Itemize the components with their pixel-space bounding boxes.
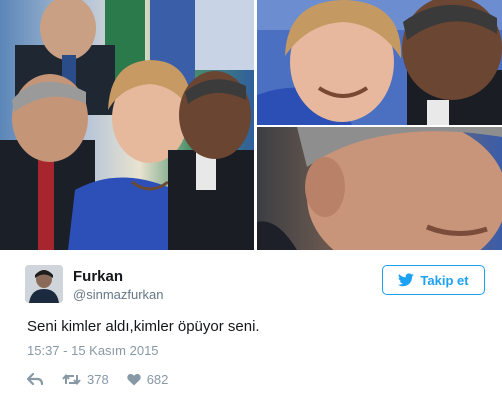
retweet-button[interactable]: 378	[62, 372, 109, 387]
tweet-text: Seni kimler aldı,kimler öpüyor seni.	[27, 318, 260, 335]
tweet-card: Furkan @sinmazfurkan Takip et Seni kimle…	[0, 250, 502, 400]
reply-icon	[27, 372, 44, 385]
like-button[interactable]: 682	[126, 371, 169, 387]
follow-button-label: Takip et	[420, 272, 469, 288]
photo-closeup-kiss-image	[257, 0, 502, 125]
photo-closeup-kiss[interactable]	[257, 0, 502, 125]
user-handle[interactable]: @sinmazfurkan	[73, 287, 164, 302]
avatar[interactable]	[25, 265, 63, 303]
reply-button[interactable]	[27, 372, 44, 386]
follow-button[interactable]: Takip et	[382, 265, 485, 295]
tweet-actions: 378 682	[27, 370, 186, 388]
tweet-timestamp[interactable]: 15:37 - 15 Kasım 2015	[27, 343, 159, 358]
photo-main-image	[0, 0, 254, 250]
retweet-icon	[62, 373, 81, 385]
bird-icon	[398, 273, 415, 287]
photo-collage[interactable]	[0, 0, 502, 250]
photo-closeup-watcher-image	[257, 127, 502, 250]
photo-main[interactable]	[0, 0, 254, 250]
heart-icon	[126, 373, 141, 385]
user-name[interactable]: Furkan	[73, 268, 123, 285]
retweet-count: 378	[87, 371, 109, 387]
like-count: 682	[146, 371, 169, 387]
photo-closeup-watcher[interactable]	[257, 127, 502, 250]
